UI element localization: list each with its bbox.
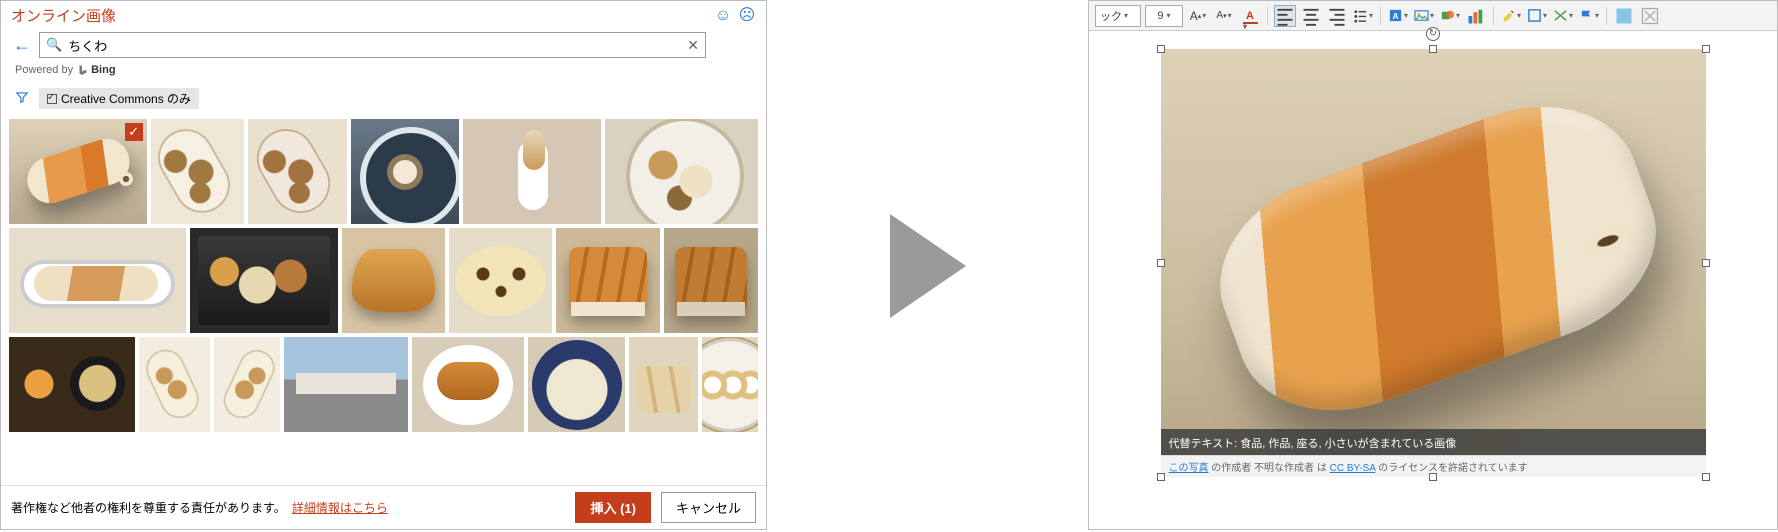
clear-format-button[interactable] bbox=[1639, 5, 1661, 27]
transition-arrow bbox=[767, 0, 1088, 532]
cc-filter-chip[interactable]: Creative Commons のみ bbox=[39, 88, 199, 109]
shrink-font-button[interactable]: A▾ bbox=[1213, 5, 1235, 27]
bullets-button[interactable] bbox=[1352, 5, 1374, 27]
online-images-dialog: オンライン画像 ☺ ☹ ← 🔍 ✕ Powered by Bing Creati… bbox=[0, 0, 767, 530]
feedback-icons: ☺ ☹ bbox=[714, 7, 756, 25]
border-button[interactable] bbox=[1526, 5, 1548, 27]
clear-icon[interactable]: ✕ bbox=[687, 37, 699, 54]
search-icon: 🔍 bbox=[46, 37, 62, 53]
highlight-button[interactable] bbox=[1500, 5, 1522, 27]
detail-link[interactable]: 詳細情報はこちら bbox=[292, 499, 388, 516]
result-thumb[interactable] bbox=[9, 337, 135, 432]
styles-button[interactable]: A bbox=[1387, 5, 1409, 27]
font-size-box[interactable]: 9 ▾ bbox=[1145, 5, 1183, 27]
checkbox-icon bbox=[47, 94, 57, 104]
flag-button[interactable] bbox=[1578, 5, 1600, 27]
footer-buttons: 挿入 (1) キャンセル bbox=[575, 492, 756, 523]
page-color-button[interactable] bbox=[1613, 5, 1635, 27]
document-canvas[interactable]: 代替テキスト: 食品, 作品, 座る, 小さいが含まれている画像 この写真 の作… bbox=[1089, 31, 1777, 529]
result-thumb[interactable] bbox=[139, 337, 209, 432]
result-thumb[interactable] bbox=[449, 228, 552, 333]
result-thumb[interactable] bbox=[342, 228, 445, 333]
selected-check-icon: ✓ bbox=[125, 123, 143, 141]
resize-handle[interactable] bbox=[1429, 473, 1437, 481]
search-input[interactable] bbox=[68, 38, 681, 53]
search-box[interactable]: 🔍 ✕ bbox=[39, 32, 706, 58]
footer-disclaimer: 著作権など他者の権利を尊重する責任があります。 詳細情報はこちら bbox=[11, 499, 388, 516]
back-button[interactable]: ← bbox=[11, 34, 33, 56]
result-thumb[interactable]: ✓ bbox=[9, 119, 147, 224]
text-effects-button[interactable] bbox=[1552, 5, 1574, 27]
frown-icon[interactable]: ☹ bbox=[738, 7, 756, 25]
result-thumb[interactable] bbox=[528, 337, 625, 432]
svg-text:A: A bbox=[1392, 11, 1398, 21]
results-grid: ✓ bbox=[1, 115, 766, 485]
filter-row: Creative Commons のみ bbox=[1, 82, 766, 115]
result-thumb[interactable] bbox=[664, 228, 758, 333]
insert-chart-button[interactable] bbox=[1465, 5, 1487, 27]
resize-handle[interactable] bbox=[1157, 259, 1165, 267]
result-thumb[interactable] bbox=[556, 228, 659, 333]
resize-handle[interactable] bbox=[1702, 45, 1710, 53]
result-thumb[interactable] bbox=[629, 337, 697, 432]
attrib-license-link[interactable]: CC BY-SA bbox=[1330, 463, 1376, 474]
word-editor: ック ▾ 9 ▾ A▴ A▾ A A bbox=[1088, 0, 1778, 530]
resize-handle[interactable] bbox=[1157, 45, 1165, 53]
insert-button[interactable]: 挿入 (1) bbox=[575, 492, 651, 523]
align-left-button[interactable] bbox=[1274, 5, 1296, 27]
smile-icon[interactable]: ☺ bbox=[714, 7, 732, 25]
result-thumb[interactable] bbox=[248, 119, 346, 224]
font-name-text: ック bbox=[1100, 8, 1122, 24]
font-color-button[interactable]: A bbox=[1239, 5, 1261, 27]
result-thumb[interactable] bbox=[284, 337, 409, 432]
search-row: ← 🔍 ✕ bbox=[1, 26, 766, 62]
attrib-mid: の作成者 不明な作成者 は bbox=[1209, 463, 1330, 474]
filter-icon[interactable] bbox=[15, 90, 29, 107]
dialog-footer: 著作権など他者の権利を尊重する責任があります。 詳細情報はこちら 挿入 (1) … bbox=[1, 485, 766, 529]
arrow-right-icon bbox=[890, 214, 966, 318]
font-size-text: 9 bbox=[1157, 10, 1163, 22]
resize-handle[interactable] bbox=[1702, 473, 1710, 481]
result-thumb[interactable] bbox=[9, 228, 186, 333]
bing-text: Bing bbox=[91, 64, 115, 76]
grow-font-button[interactable]: A▴ bbox=[1187, 5, 1209, 27]
bing-logo: Bing bbox=[77, 64, 115, 76]
resize-handle[interactable] bbox=[1157, 473, 1165, 481]
cc-filter-label: Creative Commons のみ bbox=[61, 90, 191, 107]
result-thumb[interactable] bbox=[214, 337, 280, 432]
insert-image-button[interactable] bbox=[1413, 5, 1435, 27]
dialog-header: オンライン画像 ☺ ☹ bbox=[1, 1, 766, 26]
powered-label: Powered by bbox=[15, 64, 73, 76]
result-thumb[interactable] bbox=[351, 119, 459, 224]
resize-handle[interactable] bbox=[1429, 45, 1437, 53]
insert-shape-button[interactable] bbox=[1439, 5, 1461, 27]
cancel-button[interactable]: キャンセル bbox=[661, 492, 756, 523]
disclaimer-text: 著作権など他者の権利を尊重する責任があります。 bbox=[11, 499, 286, 516]
align-right-button[interactable] bbox=[1326, 5, 1348, 27]
result-thumb[interactable] bbox=[151, 119, 244, 224]
rotate-handle[interactable] bbox=[1426, 27, 1440, 41]
resize-handle[interactable] bbox=[1702, 259, 1710, 267]
powered-by: Powered by Bing bbox=[1, 62, 766, 82]
inserted-image[interactable] bbox=[1161, 49, 1706, 477]
dialog-title: オンライン画像 bbox=[11, 5, 116, 26]
result-thumb[interactable] bbox=[412, 337, 524, 432]
selected-image-frame[interactable]: 代替テキスト: 食品, 作品, 座る, 小さいが含まれている画像 この写真 の作… bbox=[1161, 49, 1706, 477]
font-name-box[interactable]: ック ▾ bbox=[1095, 5, 1141, 27]
attrib-photo-link[interactable]: この写真 bbox=[1169, 463, 1209, 474]
alt-text-caption: 代替テキスト: 食品, 作品, 座る, 小さいが含まれている画像 bbox=[1161, 429, 1706, 457]
result-thumb[interactable] bbox=[190, 228, 338, 333]
alt-text: 代替テキスト: 食品, 作品, 座る, 小さいが含まれている画像 bbox=[1169, 438, 1457, 450]
result-thumb[interactable] bbox=[605, 119, 758, 224]
result-thumb[interactable] bbox=[463, 119, 601, 224]
result-thumb[interactable] bbox=[702, 337, 758, 432]
bing-icon bbox=[77, 64, 89, 76]
attrib-suffix: のライセンスを許諾されています bbox=[1375, 463, 1527, 474]
align-center-button[interactable] bbox=[1300, 5, 1322, 27]
